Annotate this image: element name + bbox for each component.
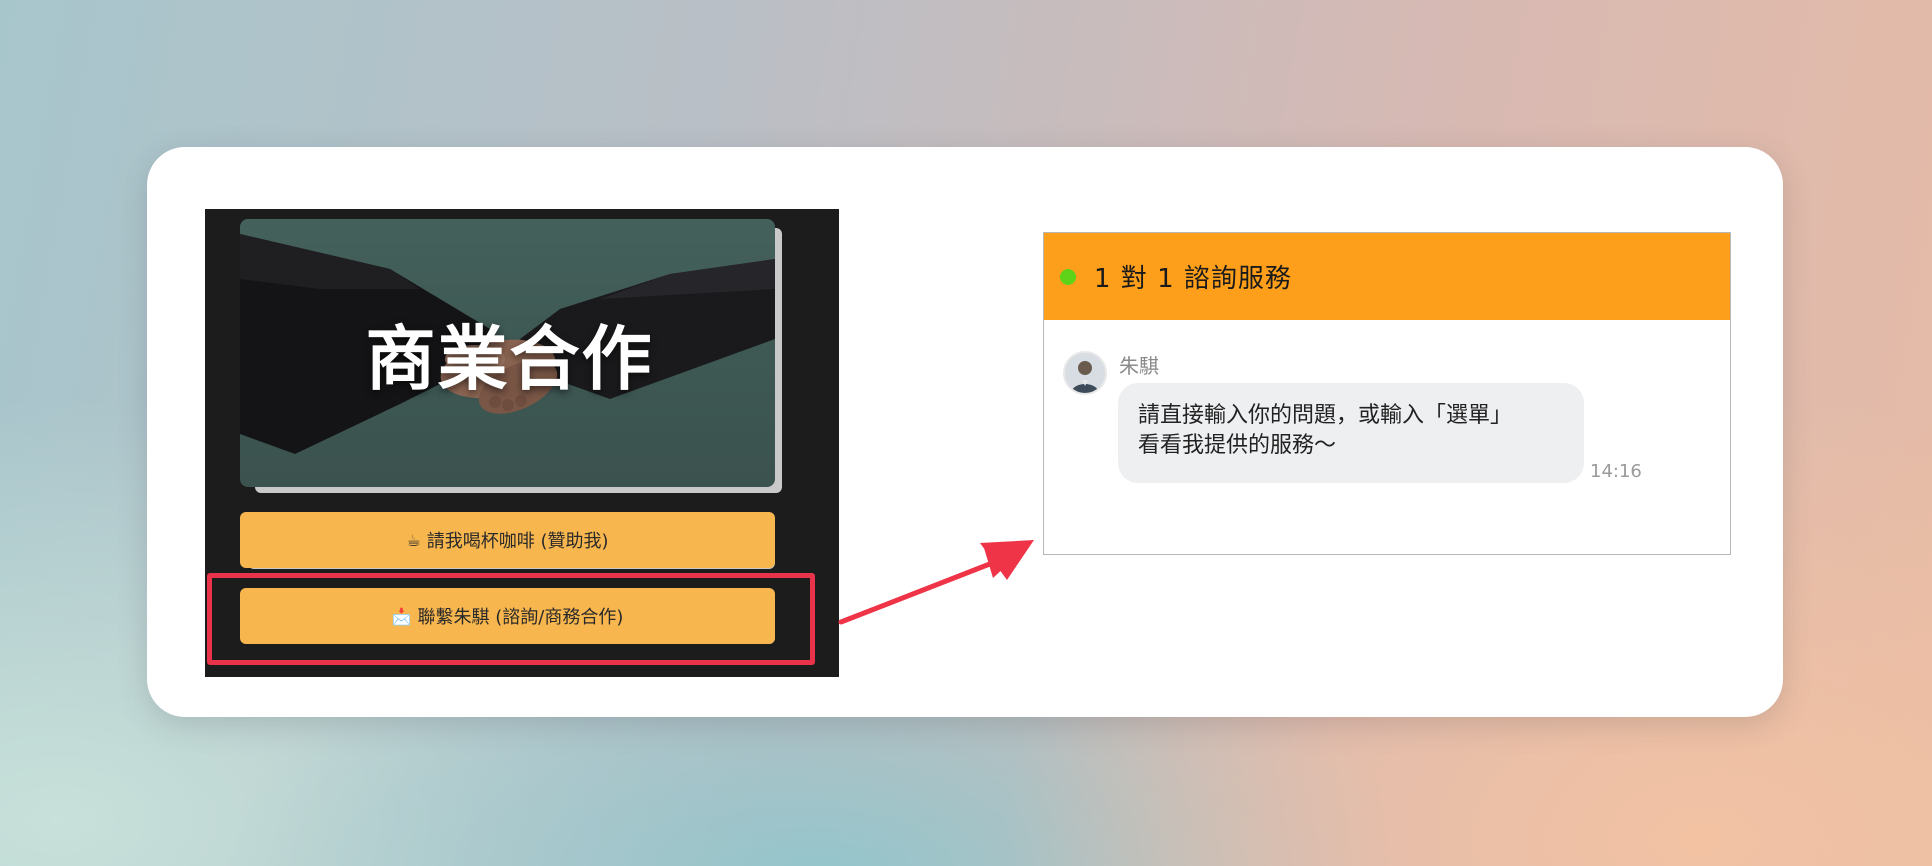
- message-line: 請直接輸入你的問題，或輸入「選單」: [1138, 403, 1513, 428]
- sender-name: 朱騏: [1119, 354, 1159, 378]
- message-bubble: 請直接輸入你的問題，或輸入「選單」 看看我提供的服務～: [1118, 383, 1584, 483]
- message-line: 看看我提供的服務～: [1138, 433, 1337, 458]
- online-status-icon: [1060, 268, 1076, 285]
- avatar[interactable]: [1063, 351, 1107, 395]
- person-icon: [1065, 353, 1105, 393]
- chat-header: 1 對 1 諮詢服務: [1044, 233, 1730, 320]
- chat-title: 1 對 1 諮詢服務: [1094, 264, 1292, 294]
- message-timestamp: 14:16: [1590, 461, 1642, 482]
- chat-window: 1 對 1 諮詢服務 朱騏 請直接輸入你的問題，或輸入「選單」 看看我提供的服務…: [1043, 232, 1731, 555]
